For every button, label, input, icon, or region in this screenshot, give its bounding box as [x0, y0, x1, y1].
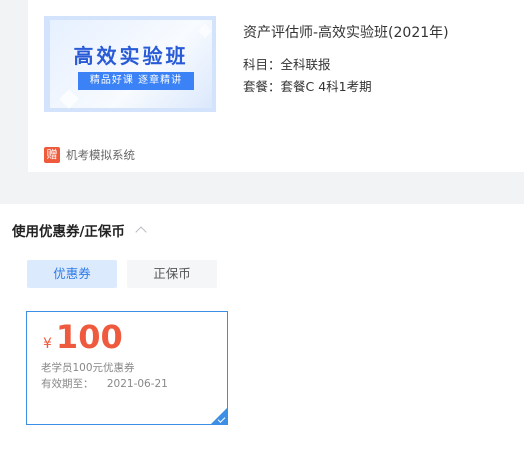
gift-badge-icon: 赠: [44, 147, 60, 163]
expiry-label: 有效期至：: [41, 378, 94, 390]
product-card: 高效实验班 精品好课 逐章精讲 资产评估师-高效实验班(2021年) 科目：全科…: [28, 0, 524, 172]
tab-coupon[interactable]: 优惠券: [27, 260, 117, 288]
currency-symbol: ¥: [43, 336, 52, 352]
coupon-description: 老学员100元优惠券: [41, 362, 135, 374]
tab-zhengbao-coin[interactable]: 正保币: [127, 260, 217, 288]
thumbnail-title: 高效实验班: [73, 44, 189, 68]
coupon-section: 使用优惠券/正保币 优惠券 正保币 ¥ 100 老学员100元优惠券 有效期至：…: [0, 204, 524, 455]
decoration-diamond-icon: [59, 89, 79, 109]
section-title: 使用优惠券/正保币: [12, 224, 125, 240]
coupon-value: 100: [55, 318, 123, 356]
thumbnail-subtitle: 精品好课 逐章精讲: [78, 72, 194, 90]
product-thumbnail[interactable]: 高效实验班 精品好课 逐章精讲: [44, 16, 216, 112]
order-page: 高效实验班 精品好课 逐章精讲 资产评估师-高效实验班(2021年) 科目：全科…: [0, 0, 524, 455]
product-subject: 科目：全科联报: [243, 57, 331, 72]
decoration-diamond-icon: [197, 23, 213, 39]
coupon-expiry: 有效期至： 2021-06-21: [41, 376, 168, 391]
coupon-amount: ¥ 100: [43, 318, 123, 356]
gift-info: 赠 机考模拟系统: [44, 146, 135, 164]
product-title[interactable]: 资产评估师-高效实验班(2021年): [243, 22, 449, 42]
product-package: 套餐：套餐C 4科1考期: [243, 79, 372, 94]
coupon-tabs: 优惠券 正保币: [27, 260, 217, 288]
gift-text: 机考模拟系统: [66, 148, 135, 162]
thumbnail-banner: 高效实验班 精品好课 逐章精讲: [50, 20, 213, 109]
chevron-up-icon[interactable]: [135, 226, 147, 238]
coupon-card[interactable]: ¥ 100 老学员100元优惠券 有效期至： 2021-06-21: [26, 311, 228, 425]
expiry-date: 2021-06-21: [106, 378, 168, 390]
coupon-section-header[interactable]: 使用优惠券/正保币: [12, 220, 147, 240]
